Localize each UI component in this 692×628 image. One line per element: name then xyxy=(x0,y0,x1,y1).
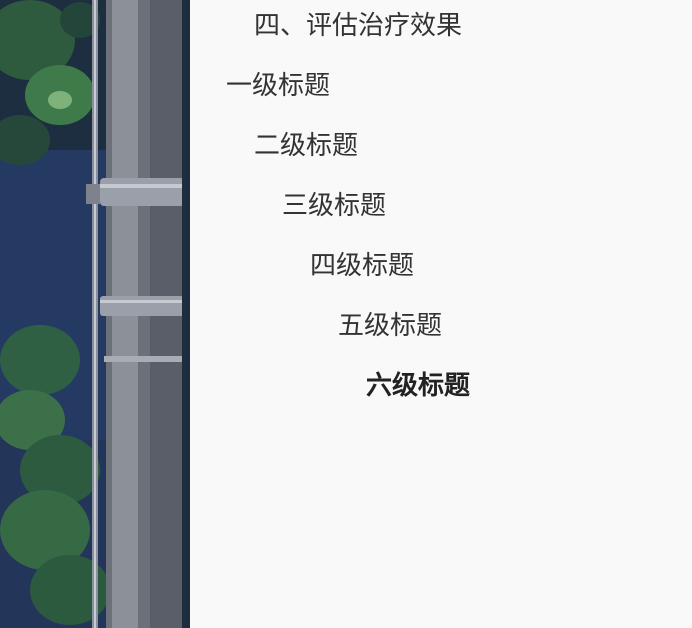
outline-current-heading[interactable]: 四、评估治疗效果 xyxy=(254,11,462,41)
outline-item-level-5[interactable]: 五级标题 xyxy=(338,311,442,341)
outline-item-level-2[interactable]: 二级标题 xyxy=(254,131,358,161)
photo-utility-pole-icon xyxy=(0,0,190,628)
background-photo xyxy=(0,0,190,628)
outline-item-level-6[interactable]: 六级标题 xyxy=(366,371,470,401)
outline-item-level-1[interactable]: 一级标题 xyxy=(226,71,330,101)
outline-item-level-3[interactable]: 三级标题 xyxy=(282,191,386,221)
app-window: 四、评估治疗效果 一级标题 二级标题 三级标题 四级标题 五级标题 六级标题 xyxy=(0,0,692,628)
outline-item-level-4[interactable]: 四级标题 xyxy=(310,251,414,281)
outline-panel: 四、评估治疗效果 一级标题 二级标题 三级标题 四级标题 五级标题 六级标题 xyxy=(190,0,692,628)
